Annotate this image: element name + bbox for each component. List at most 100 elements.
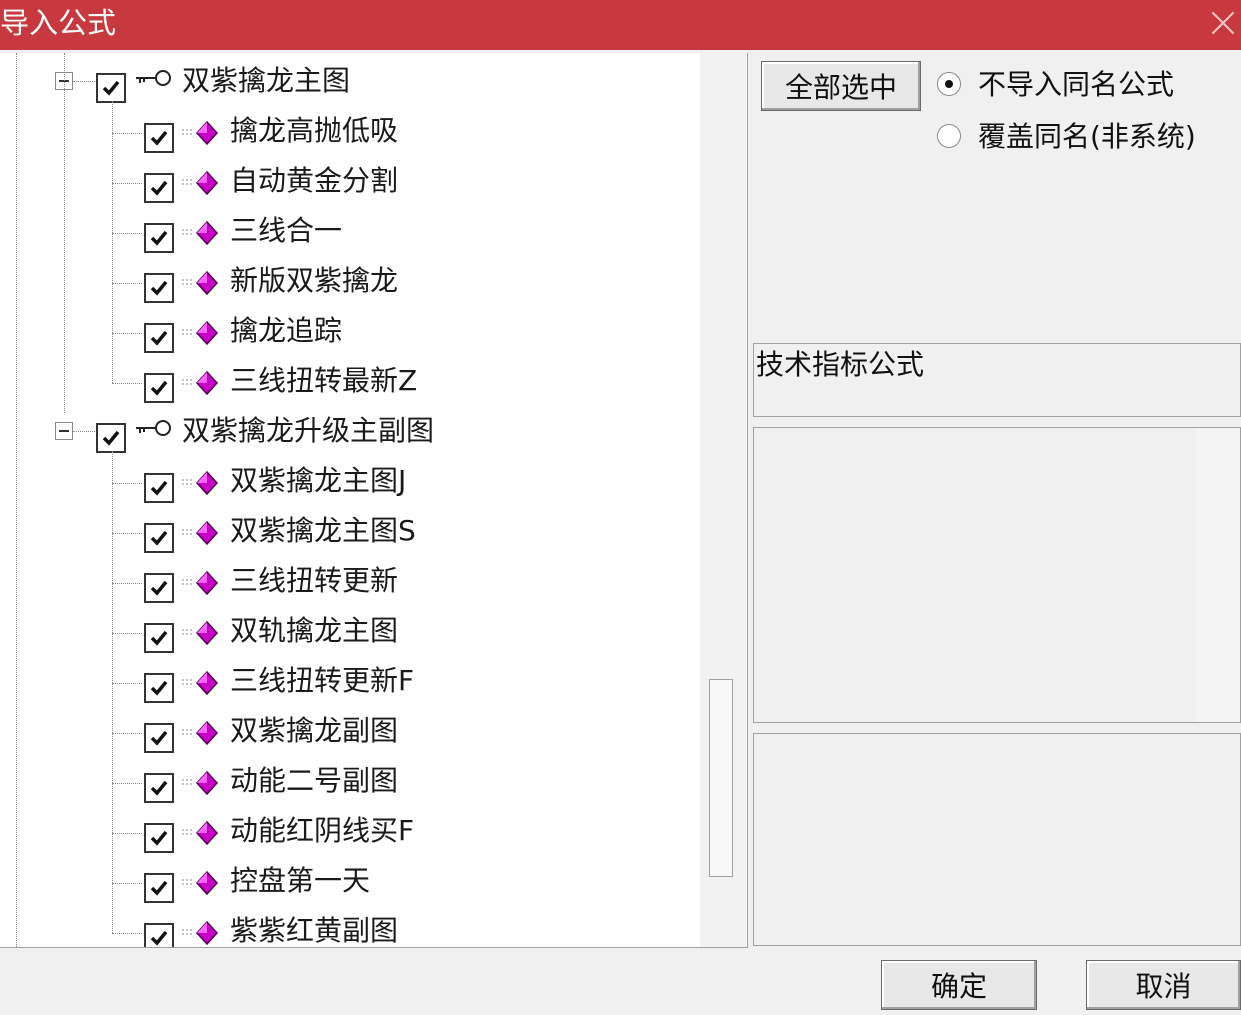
tree-item-label[interactable]: 动能二号副图: [230, 764, 398, 798]
cancel-button[interactable]: 取消: [1086, 960, 1241, 1010]
tree-item-label[interactable]: 擒龙追踪: [230, 314, 342, 348]
gem-icon: [180, 870, 220, 896]
category-box: 技术指标公式: [753, 343, 1241, 417]
check-mark-icon: [102, 430, 120, 446]
gem-icon: [180, 620, 220, 646]
item-checkbox[interactable]: [144, 923, 174, 947]
check-mark-icon: [150, 780, 168, 796]
tree-scrollbar[interactable]: [700, 53, 746, 947]
tree-item-label[interactable]: 新版双紫擒龙: [230, 264, 398, 298]
tree-connector: [112, 133, 142, 134]
radio-skip-duplicates[interactable]: [937, 72, 961, 96]
check-mark-icon: [150, 730, 168, 746]
select-all-button[interactable]: 全部选中: [761, 61, 921, 111]
formula-tree[interactable]: 双紫擒龙主图擒龙高抛低吸 自动黄金分割 三线合一新版双紫擒龙 擒龙追踪三线扭转最新Z 双…: [0, 53, 748, 948]
tree-item-label[interactable]: 控盘第一天: [230, 864, 370, 898]
check-mark-icon: [150, 580, 168, 596]
gem-icon: [180, 520, 220, 546]
tree-connector: [112, 633, 142, 634]
tree-group-label[interactable]: 双紫擒龙升级主副图: [182, 414, 434, 448]
tree-connector: [112, 533, 142, 534]
key-icon: [134, 67, 174, 89]
tree-connector: [64, 53, 65, 413]
tree-connector: [73, 431, 95, 432]
gem-icon: [180, 920, 220, 946]
tree-item-label[interactable]: 三线扭转最新Z: [230, 364, 417, 398]
check-mark-icon: [150, 230, 168, 246]
gem-icon: [180, 720, 220, 746]
gem-icon: [180, 120, 220, 146]
close-icon[interactable]: [1208, 8, 1238, 38]
item-checkbox[interactable]: [144, 773, 174, 803]
gem-icon: [180, 370, 220, 396]
tree-group-label[interactable]: 双紫擒龙主图: [182, 64, 350, 98]
ok-button[interactable]: 确定: [881, 960, 1037, 1010]
item-checkbox[interactable]: [144, 573, 174, 603]
item-checkbox[interactable]: [144, 223, 174, 253]
gem-icon: [180, 470, 220, 496]
item-checkbox[interactable]: [144, 623, 174, 653]
check-mark-icon: [150, 880, 168, 896]
tree-connector: [112, 101, 113, 383]
check-mark-icon: [150, 630, 168, 646]
tree-item-label[interactable]: 双紫擒龙副图: [230, 714, 398, 748]
tree-item-label[interactable]: 双紫擒龙主图J: [230, 464, 406, 498]
formula-category: 技术指标公式: [756, 348, 925, 381]
tree-item-label[interactable]: 擒龙高抛低吸: [230, 114, 398, 148]
check-mark-icon: [150, 130, 168, 146]
item-checkbox[interactable]: [144, 373, 174, 403]
description-scrollbar[interactable]: [1196, 428, 1240, 722]
tree-connector: [112, 333, 142, 334]
tree-connector: [112, 283, 142, 284]
tree-item-label[interactable]: 三线扭转更新F: [230, 664, 414, 698]
check-mark-icon: [150, 480, 168, 496]
item-checkbox[interactable]: [144, 123, 174, 153]
tree-item-label[interactable]: 自动黄金分割: [230, 164, 398, 198]
item-checkbox[interactable]: [144, 673, 174, 703]
tree-item-label[interactable]: 三线扭转更新: [230, 564, 398, 598]
scrollbar-thumb[interactable]: [709, 679, 733, 877]
tree-item-label[interactable]: 紫紫红黄副图: [230, 914, 398, 947]
group-checkbox[interactable]: [96, 73, 126, 103]
item-checkbox[interactable]: [144, 823, 174, 853]
collapse-toggle[interactable]: [55, 422, 73, 440]
tree-connector: [112, 583, 142, 584]
tree-item-label[interactable]: 双轨擒龙主图: [230, 614, 398, 648]
item-checkbox[interactable]: [144, 323, 174, 353]
gem-icon: [180, 670, 220, 696]
item-checkbox[interactable]: [144, 273, 174, 303]
gem-icon: [180, 570, 220, 596]
formula-description-box[interactable]: [753, 427, 1241, 723]
check-mark-icon: [150, 330, 168, 346]
group-checkbox[interactable]: [96, 423, 126, 453]
tree-connector: [73, 81, 95, 82]
gem-icon: [180, 270, 220, 296]
tree-item-label[interactable]: 双紫擒龙主图S: [230, 514, 416, 548]
item-checkbox[interactable]: [144, 473, 174, 503]
radio-overwrite-duplicates[interactable]: [937, 124, 961, 148]
tree-connector: [112, 233, 142, 234]
key-icon: [134, 417, 174, 439]
tree-connector: [112, 783, 142, 784]
check-mark-icon: [150, 680, 168, 696]
tree-connector: [112, 933, 142, 934]
tree-item-label[interactable]: 三线合一: [230, 214, 342, 248]
title-bar: 导入公式: [0, 0, 1241, 50]
tree-connector: [112, 451, 113, 933]
gem-icon: [180, 770, 220, 796]
item-checkbox[interactable]: [144, 523, 174, 553]
tree-item-label[interactable]: 动能红阴线买F: [230, 814, 414, 848]
tree-connector: [112, 733, 142, 734]
check-mark-icon: [150, 280, 168, 296]
formula-notes-box[interactable]: [753, 733, 1241, 946]
gem-icon: [180, 170, 220, 196]
window-title: 导入公式: [0, 6, 117, 40]
item-checkbox[interactable]: [144, 173, 174, 203]
tree-connector: [112, 383, 142, 384]
tree-connector: [112, 183, 142, 184]
item-checkbox[interactable]: [144, 873, 174, 903]
radio-label-overwrite-duplicates: 覆盖同名(非系统): [978, 120, 1196, 153]
item-checkbox[interactable]: [144, 723, 174, 753]
tree-connector: [16, 53, 17, 947]
gem-icon: [180, 220, 220, 246]
